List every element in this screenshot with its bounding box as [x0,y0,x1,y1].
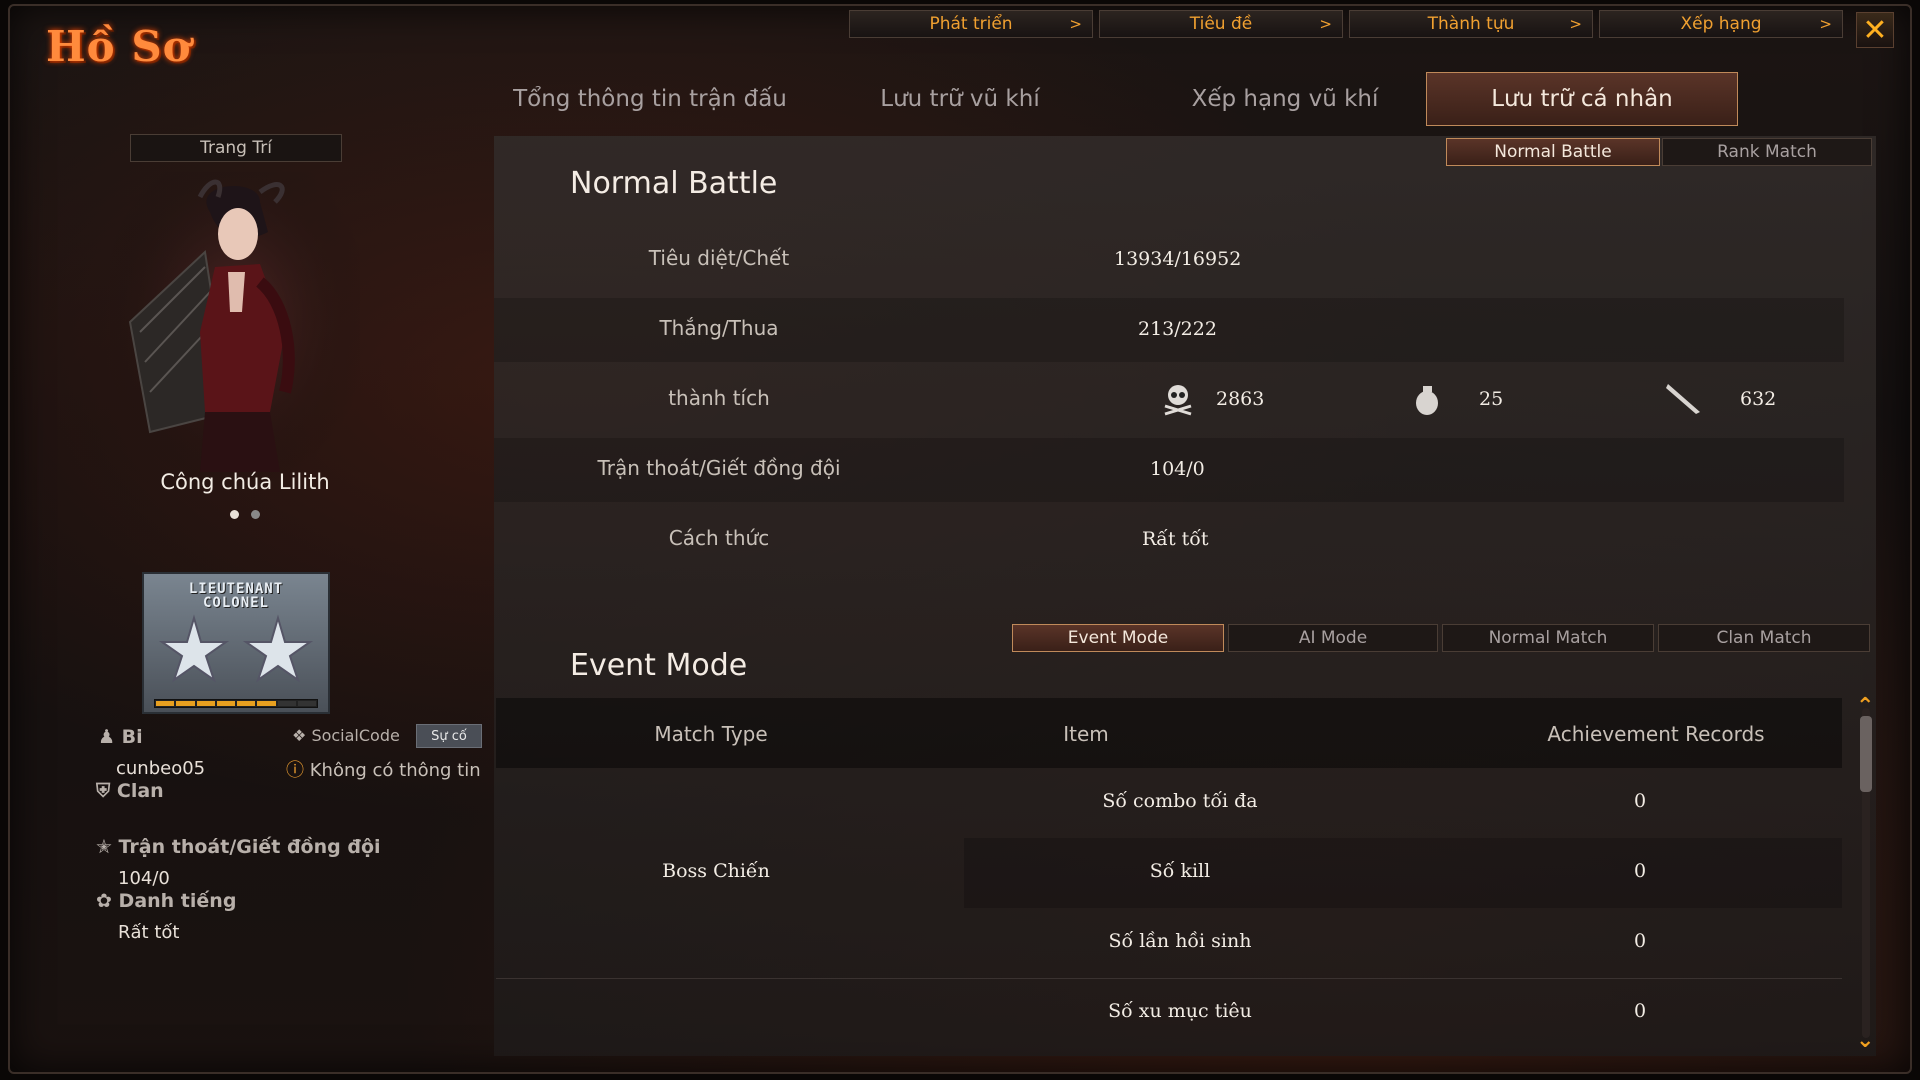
running-icon: ✭ [96,836,112,858]
chevron-right-icon: > [1069,15,1082,33]
close-button[interactable]: ✕ [1856,12,1894,48]
rank-badge: LIEUTENANT COLONEL [142,572,330,714]
scrollbar-thumb[interactable] [1860,716,1872,792]
pager-dot[interactable] [230,510,239,519]
column-header-item: Item [1063,722,1109,746]
desertion-value: 104/0 [118,868,170,889]
stat-value: Rất tốt [1142,528,1209,550]
stat-label: Cách thức [668,526,770,550]
column-header-match-type: Match Type [654,722,768,746]
grenade-count: 25 [1479,388,1504,410]
event-mode-button[interactable]: Event Mode [1012,624,1224,652]
record-cell: 0 [1633,1000,1647,1022]
report-button[interactable]: Sự cố [416,724,482,748]
close-icon: ✕ [1862,12,1888,48]
character-portrait [110,172,360,492]
username: cunbeo05 [116,758,206,779]
chevron-right-icon: > [1819,15,1832,33]
tab-battle-summary[interactable]: Tổng thông tin trận đấu [480,72,820,126]
record-cell: 0 [1633,860,1647,882]
portrait-pager [230,510,260,519]
social-code-value: ⓘ Không có thông tin [286,760,481,781]
stat-row: Thắng/Thua 213/222 [494,298,1844,362]
stat-row: Trận thoát/Giết đồng đội 104/0 [494,438,1844,502]
item-cell: Số kill [1149,860,1211,882]
knife-icon [1666,384,1700,414]
help-icon: ⓘ [286,760,304,781]
main-tabs: Tổng thông tin trận đấu Lưu trữ vũ khí X… [480,72,1740,126]
stat-value: 104/0 [1150,458,1205,480]
tab-label: Phát triển [929,14,1013,34]
reputation-value: Rất tốt [118,922,180,943]
match-type-cell: Boss Chiến [662,860,770,882]
desertion-label: ✭ Trận thoát/Giết đồng đội [96,836,381,858]
tab-titles[interactable]: Tiêu đề > [1099,10,1343,38]
pager-dot[interactable] [251,510,260,519]
leaf-icon: ❖ [292,726,307,745]
stat-row: Tiêu diệt/Chết 13934/16952 [494,228,1844,292]
stat-label: Thắng/Thua [659,316,779,340]
tab-label: Thành tựu [1427,14,1515,34]
normal-battle-title: Normal Battle [570,166,778,201]
grenade-icon [1416,386,1438,415]
tab-development[interactable]: Phát triển > [849,10,1093,38]
social-code-label: ❖ SocialCode [292,726,400,745]
chevron-right-icon: > [1569,15,1582,33]
kill-count: 2863 [1216,388,1265,410]
row-divider [496,978,1842,979]
flower-icon: ✿ [96,890,112,912]
tab-ranking[interactable]: Xếp hạng > [1599,10,1843,38]
skull-icon [1164,385,1192,416]
stat-label: Tiêu diệt/Chết [648,246,790,270]
tab-personal-storage[interactable]: Lưu trữ cá nhân [1426,72,1738,126]
table-header: Match Type Item Achievement Records [496,698,1842,768]
tab-label: Tiêu đề [1189,14,1253,34]
user-icon: ♟ [98,726,116,748]
stat-label: thành tích [668,386,770,410]
normal-match-button[interactable]: Normal Match [1442,624,1654,652]
stat-value: 13934/16952 [1114,248,1242,270]
chevron-right-icon: > [1319,15,1332,33]
normal-battle-button[interactable]: Normal Battle [1446,138,1660,166]
rank-progress [154,699,318,708]
decoration-button[interactable]: Trang Trí [130,134,342,162]
scroll-down-icon[interactable]: ⌄ [1856,1028,1874,1053]
rank-match-button[interactable]: Rank Match [1662,138,1872,166]
record-cell: 0 [1633,790,1647,812]
stat-value: 213/222 [1138,318,1217,340]
knife-count: 632 [1740,388,1777,410]
page-title: Hồ Sơ [46,22,192,71]
column-header-records: Achievement Records [1547,722,1765,746]
stat-row: Cách thức Rất tốt [494,508,1844,572]
character-name: Công chúa Lilith [160,470,330,494]
clan-label: ⛨ Clan [96,780,164,802]
table-row: Số kill 0 [964,838,1842,908]
reputation-label: ✿ Danh tiếng [96,890,237,912]
stat-row: thành tích 2863 25 632 [494,368,1844,432]
tab-achievements[interactable]: Thành tựu > [1349,10,1593,38]
stat-label: Trận thoát/Giết đồng đội [597,456,841,480]
player-name-label: ♟ Bi [98,726,143,748]
rank-name: LIEUTENANT COLONEL [188,581,284,611]
event-mode-title: Event Mode [570,648,748,683]
rank-stars-icon [158,614,314,683]
tab-label: Xếp hạng [1680,14,1762,34]
item-cell: Số lần hồi sinh [1108,930,1252,952]
tab-weapon-ranking[interactable]: Xếp hạng vũ khí [1140,72,1430,126]
ai-mode-button[interactable]: AI Mode [1228,624,1438,652]
shield-icon: ⛨ [96,780,111,802]
item-cell: Số combo tối đa [1102,790,1258,812]
clan-match-button[interactable]: Clan Match [1658,624,1870,652]
item-cell: Số xu mục tiêu [1108,1000,1252,1022]
top-tabs: Phát triển > Tiêu đề > Thành tựu > Xếp hạng… [849,10,1843,38]
record-cell: 0 [1633,930,1647,952]
tab-weapon-storage[interactable]: Lưu trữ vũ khí [840,72,1080,126]
